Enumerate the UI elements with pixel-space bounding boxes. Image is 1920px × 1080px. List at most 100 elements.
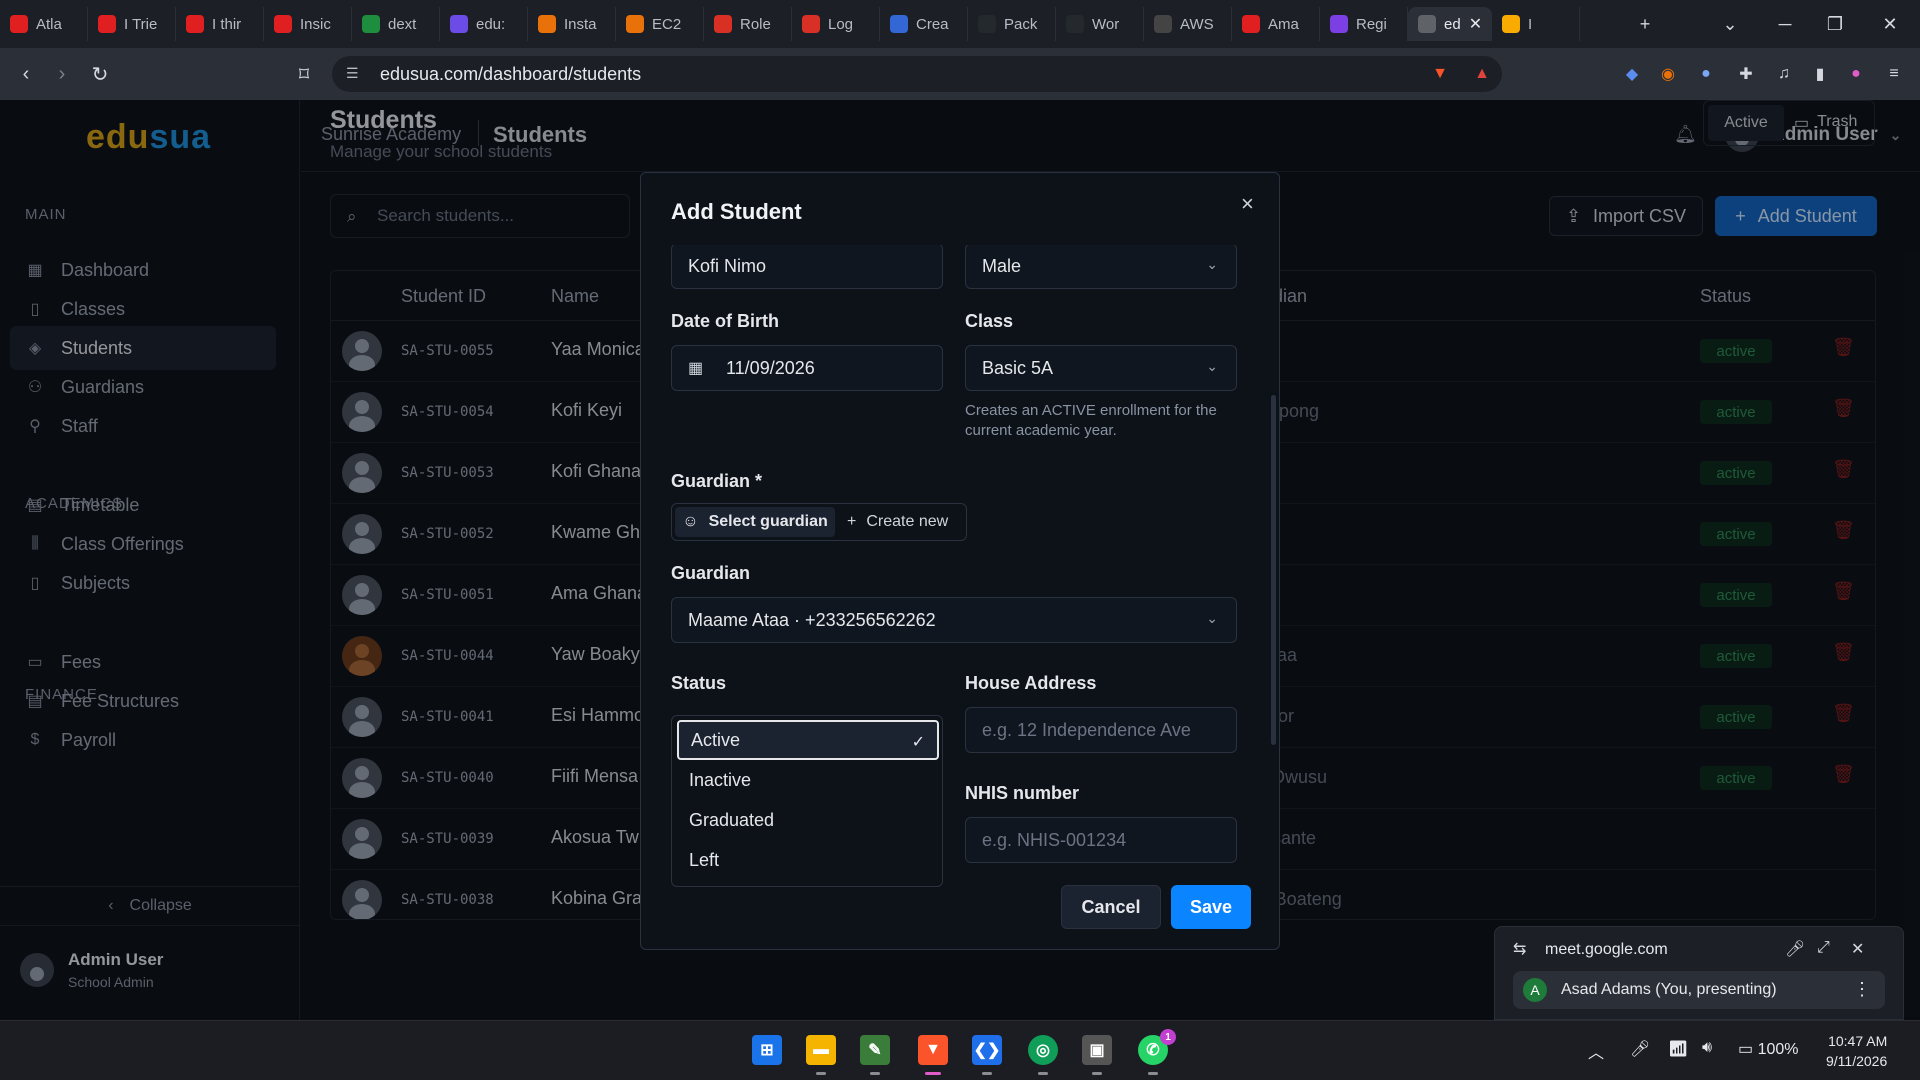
browser-tab[interactable]: dext [352, 7, 440, 41]
sidebar-icon[interactable]: ▮ [1808, 62, 1832, 86]
openai-icon [1154, 15, 1172, 33]
nhis-input[interactable]: e.g. NHIS-001234 [965, 817, 1237, 863]
minimize-button[interactable]: ─ [1760, 0, 1810, 48]
user-icon: ☺ [682, 513, 699, 530]
address-input[interactable]: e.g. 12 Independence Ave [965, 707, 1237, 753]
microphone-icon[interactable]: 🎤︎ [1630, 1039, 1650, 1059]
chevron-down-icon: ⌄ [1206, 358, 1218, 374]
meet-icon [1502, 15, 1520, 33]
browser-tab[interactable]: Ama [1232, 7, 1320, 41]
return-to-tab-icon[interactable]: ⤢ [1817, 939, 1830, 957]
cancel-button[interactable]: Cancel [1061, 885, 1161, 929]
close-window-button[interactable]: ✕ [1865, 0, 1915, 48]
name-field[interactable]: Kofi Nimo [671, 245, 943, 289]
youtube-icon [10, 15, 28, 33]
select-guardian-tab[interactable]: ☺ Select guardian [675, 507, 835, 537]
browser-tab[interactable]: edu: [440, 7, 528, 41]
status-option-graduated[interactable]: Graduated [677, 800, 939, 840]
youtube-icon [1242, 15, 1260, 33]
modal-title: Add Student [671, 199, 802, 224]
metamask-icon[interactable]: ◉ [1656, 62, 1680, 86]
browser-tab[interactable]: Pack [968, 7, 1056, 41]
browser-tab[interactable]: Crea [880, 7, 968, 41]
vscode-icon[interactable]: ❮❯ [972, 1035, 1002, 1075]
notification-badge: 1 [1160, 1029, 1176, 1045]
chevron-down-icon: ⌄ [1206, 256, 1218, 272]
browser-tab[interactable]: Role [704, 7, 792, 41]
volume-icon[interactable]: 🔊︎ [1702, 1039, 1712, 1057]
windows-start-icon[interactable]: ⊞ [752, 1035, 782, 1065]
browser-tab[interactable]: Atla [0, 7, 88, 41]
new-tab-button[interactable]: + [1625, 0, 1665, 48]
clock[interactable]: 10:47 AM 9/11/2026 [1826, 1031, 1887, 1071]
guardian-select[interactable]: Maame Ataa · +233256562262 ⌄ [671, 597, 1237, 643]
orange-icon [538, 15, 556, 33]
meet-url: meet.google.com [1545, 941, 1668, 958]
maximize-button[interactable]: ❐ [1810, 0, 1860, 48]
save-button[interactable]: Save [1171, 885, 1251, 929]
create-new-tab[interactable]: + Create new [847, 513, 948, 531]
bookmark-icon[interactable]: ⌑ [286, 48, 322, 100]
gender-select[interactable]: Male ⌄ [965, 245, 1237, 289]
extensions-puzzle-icon[interactable]: ✚ [1734, 62, 1758, 86]
wifi-icon[interactable]: 📶︎ [1668, 1039, 1688, 1059]
browser-tab[interactable]: Wor [1056, 7, 1144, 41]
forward-button[interactable]: › [44, 48, 80, 100]
browser-tab[interactable]: Regi [1320, 7, 1408, 41]
site-settings-icon[interactable]: ☰ [346, 65, 364, 83]
youtube-icon [98, 15, 116, 33]
browser-tab[interactable]: ed ✕ [1408, 7, 1492, 41]
profile-icon[interactable]: ● [1844, 62, 1868, 86]
tray-chevron-up-icon[interactable]: ︿ [1588, 1039, 1604, 1063]
app-icon[interactable]: ◎ [1028, 1035, 1058, 1075]
dob-field[interactable]: ▦ 11/09/2026 [671, 345, 943, 391]
more-options-icon[interactable]: ⋮ [1853, 979, 1871, 1000]
url-text: edusua.com/dashboard/students [380, 63, 642, 84]
plus-icon: + [847, 513, 857, 530]
github-icon [978, 15, 996, 33]
browser-tab[interactable]: Log [792, 7, 880, 41]
youtube-icon [274, 15, 292, 33]
reload-button[interactable]: ↻ [82, 48, 118, 100]
github-icon [1066, 15, 1084, 33]
brave-browser-icon[interactable]: ▼ [918, 1035, 948, 1075]
close-tab-icon[interactable]: ✕ [1469, 14, 1482, 34]
blue-icon [890, 15, 908, 33]
browser-tab[interactable]: I thir [176, 7, 264, 41]
microphone-icon[interactable]: 🎤︎ [1785, 939, 1805, 959]
class-hint: Creates an ACTIVE enrollment for the curr… [965, 402, 1217, 439]
browser-tab[interactable]: Insic [264, 7, 352, 41]
brave-rewards-icon[interactable]: ▲ [1470, 62, 1494, 86]
browser-tab[interactable]: Insta [528, 7, 616, 41]
status-option-left[interactable]: Left [677, 840, 939, 880]
browser-tab[interactable]: I Trie [88, 7, 176, 41]
class-select[interactable]: Basic 5A ⌄ [965, 345, 1237, 391]
brave-shield-icon[interactable]: ▼ [1428, 62, 1452, 86]
status-option-active[interactable]: Active ✓ [677, 720, 939, 760]
terminal-icon[interactable]: ▣ [1082, 1035, 1112, 1075]
status-option-inactive[interactable]: Inactive [677, 760, 939, 800]
menu-icon[interactable]: ≡ [1882, 62, 1906, 86]
media-icon[interactable]: ♫ [1772, 62, 1796, 86]
nhis-label: NHIS number [965, 783, 1080, 803]
browser-tab[interactable]: I [1492, 7, 1580, 41]
url-bar[interactable]: ☰ edusua.com/dashboard/students [332, 56, 1502, 92]
vpn-icon[interactable]: ● [1694, 62, 1718, 86]
extension-icon[interactable]: ◆ [1620, 62, 1644, 86]
close-icon[interactable]: ✕ [1851, 939, 1864, 959]
tab-search-chevron-icon[interactable]: ⌄ [1710, 0, 1750, 48]
file-explorer-icon[interactable]: ▬ [806, 1035, 836, 1075]
modal-scrollbar[interactable] [1269, 245, 1277, 865]
browser-tab[interactable]: AWS [1144, 7, 1232, 41]
whatsapp-icon[interactable]: ✆ 1 [1138, 1029, 1176, 1075]
meet-settings-icon[interactable]: ⇆ [1513, 939, 1526, 959]
avatar: A [1523, 978, 1547, 1002]
browser-tab[interactable]: EC2 [616, 7, 704, 41]
guardian-mode-toggle: ☺ Select guardian + Create new [671, 503, 967, 541]
close-icon[interactable]: × [1241, 191, 1254, 217]
battery-icon[interactable]: ▭ 100% [1738, 1039, 1798, 1059]
notepad-icon[interactable]: ✎ [860, 1035, 890, 1075]
address-label: House Address [965, 673, 1097, 693]
guardian-required-label: Guardian * [671, 471, 763, 491]
back-button[interactable]: ‹ [8, 48, 44, 100]
